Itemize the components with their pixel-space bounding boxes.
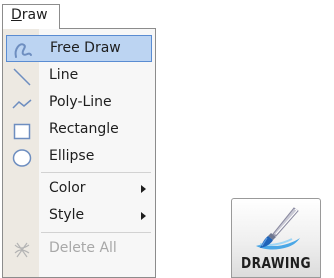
menu-item-label: Ellipse xyxy=(49,148,95,164)
line-icon xyxy=(8,64,36,89)
ellipse-icon xyxy=(8,145,36,170)
drawing-tool-button[interactable]: DRAWING xyxy=(231,198,321,278)
draw-menu-title[interactable]: Draw xyxy=(2,4,60,29)
draw-menu-dropdown: Free Draw Line Poly-Line Rectangle Ellip… xyxy=(2,28,156,278)
menu-item-label: Poly-Line xyxy=(49,94,112,110)
rectangle-icon xyxy=(8,118,36,143)
menu-item-style[interactable]: Style xyxy=(6,203,152,230)
polyline-icon xyxy=(8,91,36,116)
submenu-arrow-icon xyxy=(141,212,146,220)
draw-menu-accelerator: D xyxy=(11,7,22,23)
menu-item-polyline[interactable]: Poly-Line xyxy=(6,90,152,117)
menu-item-label: Delete All xyxy=(49,240,117,256)
submenu-arrow-icon xyxy=(141,185,146,193)
menu-separator xyxy=(41,232,151,233)
menu-item-label: Style xyxy=(49,207,85,223)
menu-item-free-draw[interactable]: Free Draw xyxy=(6,35,152,62)
menu-item-color[interactable]: Color xyxy=(6,176,152,203)
drawing-button-label: DRAWING xyxy=(240,254,312,272)
menu-item-rectangle[interactable]: Rectangle xyxy=(6,117,152,144)
menu-separator xyxy=(41,172,151,173)
paintbrush-icon xyxy=(254,206,302,258)
menu-item-line[interactable]: Line xyxy=(6,63,152,90)
menu-item-label: Rectangle xyxy=(49,121,119,137)
draw-menu-title-rest: raw xyxy=(21,7,48,23)
free-draw-icon xyxy=(9,37,37,62)
delete-all-icon xyxy=(8,237,36,262)
menu-item-label: Free Draw xyxy=(50,40,121,56)
menu-item-label: Color xyxy=(49,180,86,196)
menu-item-label: Line xyxy=(49,67,79,83)
menu-item-ellipse[interactable]: Ellipse xyxy=(6,144,152,171)
menu-item-delete-all[interactable]: Delete All xyxy=(6,236,152,263)
